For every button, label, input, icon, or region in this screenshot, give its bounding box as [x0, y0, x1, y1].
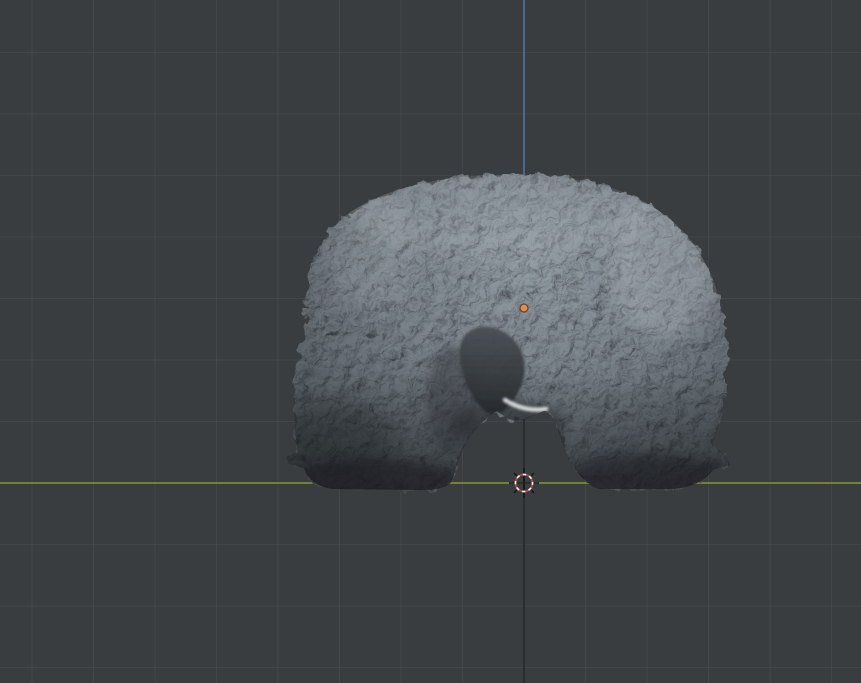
viewport-3d[interactable]: [0, 0, 861, 683]
object-origin-dot: [519, 303, 529, 313]
creature-mesh[interactable]: [280, 168, 750, 500]
cursor-3d-icon: [509, 468, 539, 498]
viewport-canvas: [0, 0, 861, 683]
